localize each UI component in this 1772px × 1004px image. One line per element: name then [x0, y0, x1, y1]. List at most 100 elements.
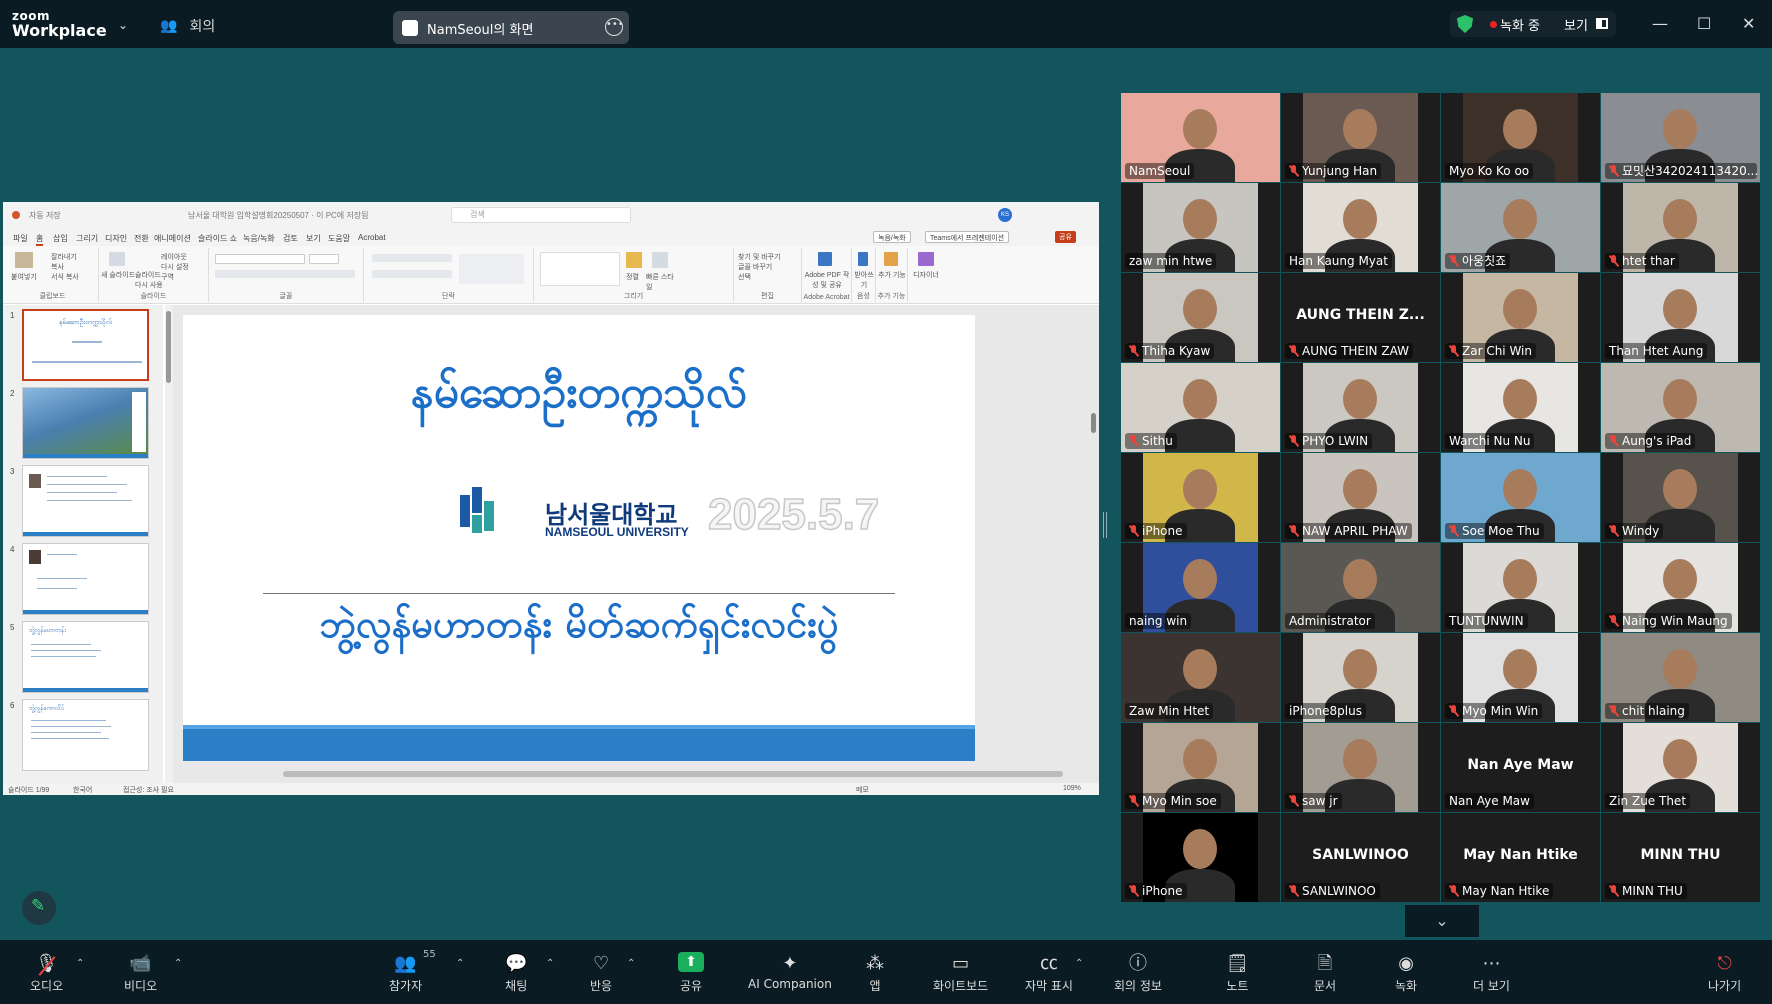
gallery-scroll-down-icon[interactable]: ⌄ [1405, 905, 1479, 937]
menu-home[interactable]: 홈 [36, 233, 44, 246]
participant-tile[interactable]: Myo Min Win [1441, 633, 1600, 722]
menu-slideshow[interactable]: 슬라이드 쇼 [198, 233, 237, 244]
slide-thumbnail[interactable]: နမ်ဆောဦးတက္ကသိုလ် [22, 309, 149, 381]
participant-tile[interactable]: Soe Moe Thu [1441, 453, 1600, 542]
reactions-options-chevron-icon[interactable]: ⌃ [627, 958, 635, 969]
thumbnail-scrollbar[interactable] [165, 305, 173, 783]
menu-review[interactable]: 검토 [283, 233, 298, 244]
slide-thumbnail[interactable]: ဘွဲ့လွန်ကောလိပ် [22, 699, 149, 771]
participant-tile[interactable]: NAW APRIL PHAW [1281, 453, 1440, 542]
menu-acrobat[interactable]: Acrobat [358, 233, 386, 242]
quick-styles-icon[interactable] [652, 252, 668, 268]
slide-thumbnail[interactable] [22, 465, 149, 537]
ppt-search-input[interactable]: 검색 [451, 207, 631, 223]
participant-tile[interactable]: 아웅칫죠 [1441, 183, 1600, 272]
participant-tile[interactable]: chit hlaing [1601, 633, 1760, 722]
participant-tile[interactable]: Aung's iPad [1601, 363, 1760, 452]
close-icon[interactable]: ✕ [1742, 14, 1755, 33]
paragraph-align-buttons[interactable] [372, 270, 452, 278]
section-label[interactable]: 구역 [161, 272, 174, 282]
annotate-pen-icon[interactable] [22, 891, 56, 925]
participant-tile[interactable]: saw jr [1281, 723, 1440, 812]
avatar[interactable]: KS [998, 208, 1012, 222]
replace-label[interactable]: 글꼴 바꾸기 [738, 262, 772, 272]
menu-view[interactable]: 보기 [306, 233, 321, 244]
whiteboard-button[interactable]: ▭ 화이트보드 [933, 952, 988, 994]
arrange-label[interactable]: 정렬 [626, 272, 639, 282]
more-icon[interactable]: ••• [605, 18, 624, 36]
menu-animations[interactable]: 애니메이션 [154, 233, 191, 244]
audio-button[interactable]: 🎙 오디오 [30, 952, 63, 994]
video-options-chevron-icon[interactable]: ⌃ [174, 958, 182, 969]
slide-thumbnail[interactable]: ဘွဲ့လွန်မဟာတန်း [22, 621, 149, 693]
participant-tile[interactable]: Myo Ko Ko oo [1441, 93, 1600, 182]
captions-options-chevron-icon[interactable]: ⌃ [1075, 958, 1083, 969]
autosave-label[interactable]: 자동 저장 [29, 210, 61, 221]
chat-button[interactable]: 💬 채팅 [505, 952, 527, 994]
view-button[interactable]: 보기 [1564, 15, 1588, 34]
captions-button[interactable]: ㏄ 자막 표시 [1025, 952, 1073, 994]
find-label[interactable]: 찾기 및 바꾸기 [738, 252, 781, 262]
meeting-info-button[interactable]: ⓘ 회의 정보 [1114, 952, 1162, 994]
recording-status[interactable]: 녹화 중 보기 [1450, 11, 1616, 37]
scrollbar-thumb[interactable] [166, 311, 171, 383]
ai-companion-button[interactable]: ✦ AI Companion [748, 952, 832, 991]
font-name-select[interactable] [215, 254, 305, 264]
participant-tile[interactable]: SANLWINOO SANLWINOO [1281, 813, 1440, 902]
participant-tile[interactable]: iPhone [1121, 813, 1280, 902]
chevron-down-icon[interactable]: ⌄ [118, 18, 128, 32]
arrange-icon[interactable] [626, 252, 642, 268]
participant-tile[interactable]: TUNTUNWIN [1441, 543, 1600, 632]
select-label[interactable]: 선택 [738, 272, 751, 282]
participant-tile[interactable]: htet thar [1601, 183, 1760, 272]
text-direction-options[interactable] [459, 254, 524, 284]
participant-tile[interactable]: zaw min htwe [1121, 183, 1280, 272]
language-status[interactable]: 한국어 [73, 785, 92, 795]
participant-tile[interactable]: iPhone8plus [1281, 633, 1440, 722]
menu-file[interactable]: 파일 [13, 233, 28, 244]
participant-tile[interactable]: Nan Aye Maw Nan Aye Maw [1441, 723, 1600, 812]
dictate-icon[interactable] [858, 252, 868, 266]
participant-tile[interactable]: AUNG THEIN Z... AUNG THEIN ZAW [1281, 273, 1440, 362]
screen-share-indicator[interactable]: NamSeoul의 화면 ••• [393, 11, 629, 44]
minimize-icon[interactable]: — [1652, 14, 1668, 33]
cut-label[interactable]: 잘라내기 [51, 252, 77, 262]
participant-tile[interactable]: 묘밋산342024113420... [1601, 93, 1760, 182]
menu-help[interactable]: 도움말 [328, 233, 350, 244]
participants-button[interactable]: 👥 55 참가자 [389, 949, 436, 994]
participants-options-chevron-icon[interactable]: ⌃ [456, 958, 464, 969]
adobe-pdf-icon[interactable] [818, 252, 832, 266]
meeting-button[interactable]: 👥 회의 [160, 16, 215, 36]
participant-tile[interactable]: Than Htet Aung [1601, 273, 1760, 362]
menu-design[interactable]: 디자인 [105, 233, 127, 244]
participant-tile[interactable]: Zaw Min Htet [1121, 633, 1280, 722]
chat-options-chevron-icon[interactable]: ⌃ [546, 958, 554, 969]
record-button[interactable]: ◉ 녹화 [1395, 952, 1417, 994]
current-slide[interactable]: နမ်ဆောဦးတက္ကသိုလ် 남서울대학교 NAMSEOUL UNIVER… [183, 315, 975, 761]
menu-record[interactable]: 녹음/녹화 [243, 233, 275, 244]
slide-scrollbar[interactable] [1091, 413, 1096, 433]
participant-tile[interactable]: Administrator [1281, 543, 1440, 632]
participant-tile[interactable]: PHYO LWIN [1281, 363, 1440, 452]
paste-icon[interactable] [15, 252, 33, 268]
notes-button[interactable]: 🗒 노트 [1226, 952, 1249, 994]
audio-options-chevron-icon[interactable]: ⌃ [76, 958, 84, 969]
menu-draw[interactable]: 그리기 [76, 233, 98, 244]
more-button[interactable]: ⋯ 더 보기 [1473, 952, 1510, 994]
participant-tile[interactable]: May Nan Htike May Nan Htike [1441, 813, 1600, 902]
new-slide-icon[interactable] [109, 252, 125, 266]
participant-tile[interactable]: Thiha Kyaw [1121, 273, 1280, 362]
participant-tile[interactable]: Naing Win Maung [1601, 543, 1760, 632]
dictate-label[interactable]: 받아쓰기 [852, 270, 876, 290]
record-button[interactable]: 녹음/녹화 [873, 231, 911, 243]
split-view-handle[interactable] [1103, 512, 1107, 538]
font-size-select[interactable] [309, 254, 339, 264]
adobe-pdf-label[interactable]: Adobe PDF 작성 및 공유 [804, 270, 850, 290]
share-button[interactable]: ⬆ 공유 [678, 952, 704, 994]
video-button[interactable]: 📹 비디오 [124, 952, 157, 994]
copy-label[interactable]: 복사 [51, 262, 64, 272]
paragraph-list-buttons[interactable] [372, 254, 452, 262]
notes-button[interactable]: 메모 [856, 785, 869, 795]
slide-thumbnail[interactable] [22, 543, 149, 615]
apps-button[interactable]: ⁂ 앱 [866, 952, 884, 994]
